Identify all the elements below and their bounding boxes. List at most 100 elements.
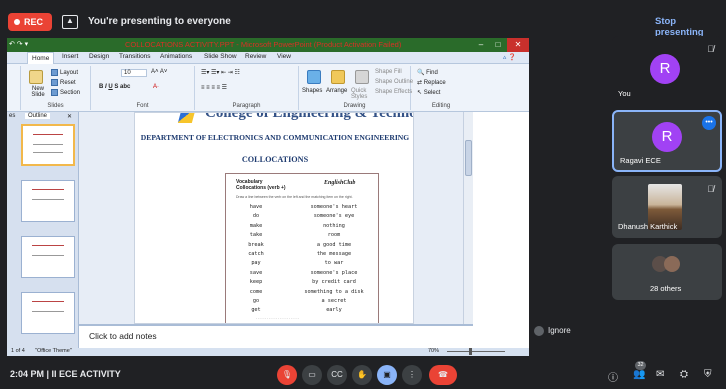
select-label: Select: [423, 90, 441, 96]
slide-counter: 1 of 4: [11, 348, 25, 354]
quick-styles-button[interactable]: Quick Styles: [351, 88, 373, 100]
presenting-text: You're presenting to everyone: [88, 16, 231, 27]
maximize-button[interactable]: □: [490, 38, 506, 52]
slide-canvas[interactable]: College of Engineering & Technology DEPA…: [134, 112, 414, 324]
layout-button[interactable]: Layout: [51, 69, 78, 76]
worksheet-row: catch the message: [226, 251, 380, 260]
status-bar: 1 of 4 "Office Theme" 70%: [7, 348, 529, 356]
stop-presenting-button[interactable]: Stop presenting: [655, 16, 726, 38]
slide-thumbnail[interactable]: [21, 180, 75, 222]
participant-tile-others[interactable]: 28 others: [612, 244, 722, 300]
worksheet-verb: save: [249, 269, 263, 276]
shape-fill-button[interactable]: Shape Fill: [375, 69, 402, 75]
collocations-worksheet: Vocabulary Collocations (verb +) English…: [225, 173, 380, 323]
ribbon: New Slide Layout Reset Section Slides 10…: [7, 64, 529, 112]
new-slide-button[interactable]: New Slide: [25, 86, 51, 98]
mic-toggle-button[interactable]: 🎙: [277, 365, 297, 385]
zoom-slider-knob[interactable]: [469, 348, 472, 355]
ribbon-tabs: Home Insert Design Transitions Animation…: [7, 52, 529, 64]
slide-thumbnail[interactable]: [21, 124, 75, 166]
replace-button[interactable]: ⇄ Replace: [417, 79, 446, 86]
tab-design[interactable]: Design: [89, 53, 109, 60]
participant-name: Dhanush Karthick: [618, 222, 678, 231]
mic-off-icon: 🎙̸: [707, 44, 714, 54]
section-button[interactable]: Section: [51, 89, 80, 96]
participant-name: Ragavi ECE: [620, 156, 661, 165]
slides-group-label: Slides: [47, 103, 64, 109]
info-icon[interactable]: ⓘ: [608, 369, 618, 384]
chat-icon[interactable]: ✉: [656, 369, 664, 380]
worksheet-verb: pay: [251, 260, 261, 267]
quick-access-toolbar[interactable]: ↶ ↷ ▾: [9, 40, 28, 48]
camera-toggle-button[interactable]: ▭: [302, 365, 322, 385]
help-icon[interactable]: ▵ ❓: [503, 53, 516, 61]
quick-styles-icon[interactable]: [355, 70, 369, 84]
participant-tile-ragavi[interactable]: R ••• Ragavi ECE: [612, 110, 722, 172]
slide-thumbnail[interactable]: [21, 236, 75, 278]
worksheet-row: get early: [226, 307, 380, 316]
people-icon[interactable]: 👥: [633, 369, 645, 380]
find-button[interactable]: 🔍 Find: [417, 69, 438, 76]
tab-home[interactable]: Home: [27, 52, 55, 64]
tab-view[interactable]: View: [277, 53, 291, 60]
worksheet-verb: take: [249, 232, 263, 239]
tab-review[interactable]: Review: [245, 53, 266, 60]
format-buttons[interactable]: B I U S abc: [99, 84, 130, 90]
pane-tab-outline[interactable]: Outline: [25, 113, 51, 119]
close-button[interactable]: ✕: [507, 38, 529, 52]
ignore-button[interactable]: Ignore: [534, 326, 571, 336]
pane-tab-slides[interactable]: es: [9, 113, 15, 119]
zoom-slider[interactable]: [447, 351, 505, 352]
raise-hand-button[interactable]: ✋: [352, 365, 372, 385]
select-button[interactable]: ↖ Select: [417, 89, 440, 96]
font-group: 10 A˄ A˅ B I U S abc A· Font: [91, 66, 195, 110]
worksheet-collocate: a secret: [321, 298, 347, 304]
shape-outline-button[interactable]: Shape Outline: [375, 79, 413, 85]
shape-effects-button[interactable]: Shape Effects: [375, 89, 412, 95]
present-button[interactable]: ▣: [377, 365, 397, 385]
worksheet-collocate: something to a disk: [304, 288, 364, 295]
worksheet-collocate: the message: [316, 251, 352, 257]
participant-tile-dhanush[interactable]: 🎙̸ Dhanush Karthick: [612, 176, 722, 238]
section-label: Section: [60, 90, 81, 97]
shapes-icon[interactable]: [307, 70, 321, 84]
scrollbar-thumb[interactable]: [465, 140, 472, 176]
others-count-label: 28 others: [650, 284, 682, 293]
arrange-icon[interactable]: [331, 70, 345, 84]
mic-off-icon: 🎙̸: [707, 184, 714, 194]
vertical-scrollbar[interactable]: [463, 112, 473, 324]
notes-pane[interactable]: Click to add notes: [79, 324, 473, 348]
tab-slide-show[interactable]: Slide Show: [204, 53, 237, 60]
font-color-icon[interactable]: A·: [153, 84, 159, 90]
section-icon: [51, 89, 58, 96]
arrange-button[interactable]: Arrange: [326, 88, 347, 94]
presenting-bar: REC ▲ You're presenting to everyone Stop…: [0, 0, 726, 40]
reset-button[interactable]: Reset: [51, 79, 76, 86]
zoom-level[interactable]: 70%: [428, 348, 439, 354]
minimize-button[interactable]: –: [473, 38, 489, 52]
worksheet-row: make nothing: [226, 223, 380, 232]
leave-call-button[interactable]: ☎: [429, 365, 457, 385]
participant-tile-you[interactable]: R 🎙̸ You: [612, 36, 722, 106]
font-size-select[interactable]: 10: [121, 69, 147, 77]
slide-thumbnail[interactable]: [21, 292, 75, 334]
slide-editing-area: College of Engineering & Technology DEPA…: [79, 112, 463, 324]
college-name: College of Engineering & Technology: [205, 112, 413, 121]
activities-icon[interactable]: ⛭: [680, 369, 688, 380]
grow-font-icon[interactable]: A˄ A˅: [151, 69, 167, 75]
new-slide-icon[interactable]: [29, 70, 43, 84]
layout-icon: [51, 69, 58, 76]
align-icons[interactable]: ≡ ≡ ≡ ≡ ☰: [201, 84, 227, 91]
list-icons[interactable]: ☰▾ ☰▾ ⇤ ⇥ ☷: [201, 69, 240, 76]
theme-name: "Office Theme": [35, 348, 72, 354]
shapes-button[interactable]: Shapes: [302, 88, 322, 94]
tab-transitions[interactable]: Transitions: [119, 53, 151, 60]
window-title: COLLOCATIONS ACTIVITY.PPT - Microsoft Po…: [125, 40, 402, 49]
more-options-button[interactable]: ⋮: [402, 365, 422, 385]
pane-close-icon[interactable]: ✕: [67, 113, 72, 120]
tab-insert[interactable]: Insert: [62, 53, 78, 60]
participant-name: You: [618, 89, 631, 98]
tab-animations[interactable]: Animations: [160, 53, 192, 60]
host-controls-icon[interactable]: ⛨: [704, 369, 712, 380]
captions-button[interactable]: CC: [327, 365, 347, 385]
